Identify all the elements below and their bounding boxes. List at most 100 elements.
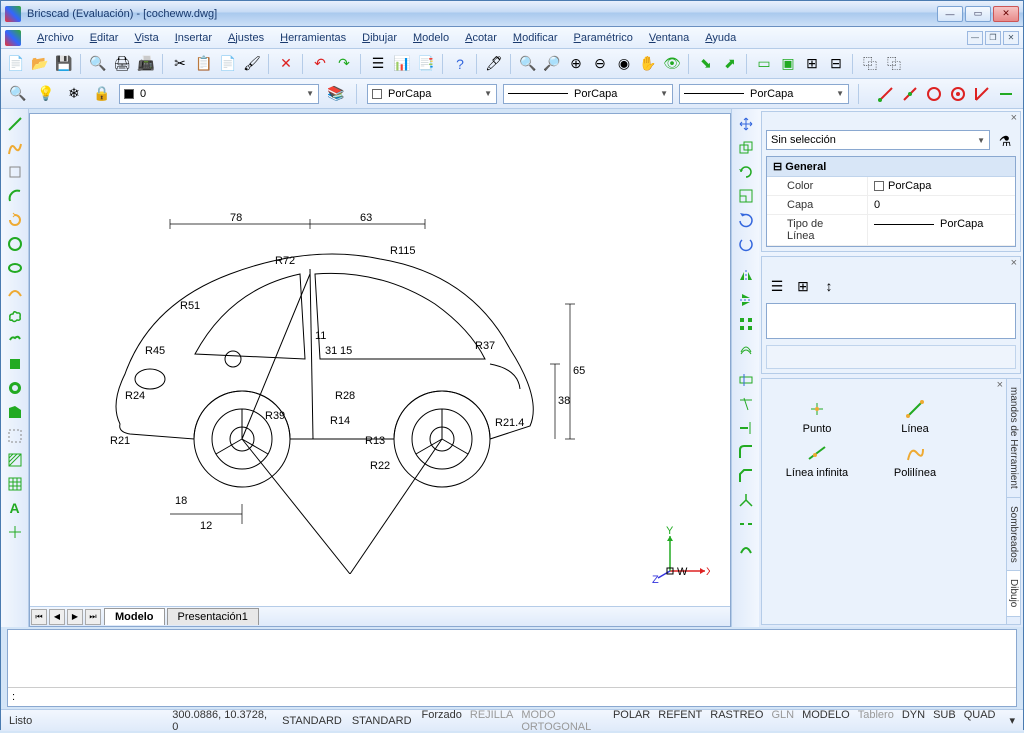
layer-list-icon[interactable]: ⊞ — [792, 275, 814, 297]
status-sub[interactable]: SUB — [933, 709, 956, 733]
table-tool-icon[interactable] — [4, 473, 26, 495]
delete-icon[interactable]: ✕ — [275, 53, 297, 75]
layer-bulb-icon[interactable]: 💡 — [35, 83, 57, 105]
linetype-combo[interactable]: PorCapa ▼ — [503, 84, 673, 104]
tab-next-button[interactable]: ▶ — [67, 609, 83, 625]
snap-center-icon[interactable] — [923, 83, 945, 105]
view-icon[interactable]: 👁 — [661, 53, 683, 75]
maximize-button[interactable]: ▭ — [965, 6, 991, 22]
circle-tool-icon[interactable] — [4, 233, 26, 255]
donut-tool-icon[interactable] — [4, 377, 26, 399]
snap-mid-icon[interactable] — [899, 83, 921, 105]
status-modelo[interactable]: MODELO — [802, 709, 850, 733]
drawing-canvas[interactable]: 78 63 R115 R72 R51 R45 R24 R21 R39 R28 R… — [30, 114, 730, 606]
snap-tan-icon[interactable] — [995, 83, 1017, 105]
mirror-h-icon[interactable] — [735, 265, 757, 287]
command-input[interactable] — [19, 691, 1012, 703]
brush-icon[interactable]: 🖊 — [483, 53, 505, 75]
tab-last-button[interactable]: ⏭ — [85, 609, 101, 625]
extend-icon[interactable] — [735, 417, 757, 439]
tool-punto[interactable]: Punto — [772, 399, 862, 435]
save-icon[interactable]: 💾 — [53, 53, 75, 75]
trim-icon[interactable] — [735, 393, 757, 415]
ucs-icon[interactable]: ⬊ — [695, 53, 717, 75]
close-button[interactable]: ✕ — [993, 6, 1019, 22]
copy-icon[interactable] — [735, 137, 757, 159]
tile-h-icon[interactable]: ⿻ — [859, 53, 881, 75]
filter-icon[interactable]: ⚗ — [994, 130, 1016, 152]
offset-icon[interactable] — [735, 337, 757, 359]
arc-tool-icon[interactable] — [4, 185, 26, 207]
undo-icon[interactable]: ↶ — [309, 53, 331, 75]
wipeout-tool-icon[interactable] — [4, 353, 26, 375]
status-quad[interactable]: QUAD — [964, 709, 996, 733]
panel-close-icon-2[interactable]: × — [1011, 257, 1017, 271]
drawing-explorer-icon[interactable]: 📑 — [415, 53, 437, 75]
menu-herramientas[interactable]: Herramientas — [272, 30, 354, 46]
menu-archivo[interactable]: Archivo — [29, 30, 82, 46]
mdi-close-button[interactable]: ✕ — [1003, 31, 1019, 45]
status-modo-ortogonal[interactable]: MODO ORTOGONAL — [521, 709, 605, 733]
layout1-icon[interactable]: ▭ — [753, 53, 775, 75]
paste-icon[interactable]: 📄 — [217, 53, 239, 75]
layer-sort-icon[interactable]: ↕ — [818, 275, 840, 297]
boundary-tool-icon[interactable] — [4, 425, 26, 447]
menu-ayuda[interactable]: Ayuda — [697, 30, 744, 46]
tab-first-button[interactable]: ⏮ — [31, 609, 47, 625]
tool-polilínea[interactable]: Polilínea — [870, 443, 960, 479]
print-preview-icon[interactable]: 🔍 — [87, 53, 109, 75]
layout3-icon[interactable]: ⊞ — [801, 53, 823, 75]
status-rastreo[interactable]: RASTREO — [710, 709, 763, 733]
copy-icon[interactable]: 📋 — [193, 53, 215, 75]
point-tool-icon[interactable] — [4, 521, 26, 543]
spline-tool-icon[interactable] — [4, 281, 26, 303]
ucs2-icon[interactable]: ⬈ — [719, 53, 741, 75]
mirror-v-icon[interactable] — [735, 289, 757, 311]
plot-icon[interactable]: 📠 — [135, 53, 157, 75]
region-tool-icon[interactable] — [4, 401, 26, 423]
snap-perp-icon[interactable] — [971, 83, 993, 105]
menu-dibujar[interactable]: Dibujar — [354, 30, 405, 46]
join-icon[interactable] — [735, 537, 757, 559]
mdi-minimize-button[interactable]: — — [967, 31, 983, 45]
refresh-icon[interactable] — [735, 209, 757, 231]
zoom-extents-icon[interactable]: ⊕ — [565, 53, 587, 75]
status-polar[interactable]: POLAR — [613, 709, 650, 733]
revcloud-tool-icon[interactable] — [4, 305, 26, 327]
box-tool-icon[interactable] — [4, 161, 26, 183]
tool-línea-infinita[interactable]: Línea infinita — [772, 443, 862, 479]
tab-prev-button[interactable]: ◀ — [49, 609, 65, 625]
menu-editar[interactable]: Editar — [82, 30, 127, 46]
panel-close-icon[interactable]: × — [1011, 112, 1017, 126]
menu-vista[interactable]: Vista — [126, 30, 166, 46]
array-icon[interactable] — [735, 313, 757, 335]
zoom-window-icon[interactable]: ⊖ — [589, 53, 611, 75]
ellipse-tool-icon[interactable] — [4, 257, 26, 279]
prop-value[interactable]: 0 — [867, 196, 1015, 214]
snap-end-icon[interactable] — [875, 83, 897, 105]
menu-modificar[interactable]: Modificar — [505, 30, 566, 46]
status-dyn[interactable]: DYN — [902, 709, 925, 733]
status-std2[interactable]: STANDARD — [352, 715, 412, 727]
text-tool-icon[interactable]: A — [4, 497, 26, 519]
properties-icon[interactable]: ☰ — [367, 53, 389, 75]
break-icon[interactable] — [735, 513, 757, 535]
move-icon[interactable] — [735, 113, 757, 135]
layer-states-icon[interactable]: ☰ — [766, 275, 788, 297]
regen-icon[interactable] — [735, 233, 757, 255]
status-gln[interactable]: GLN — [771, 709, 794, 733]
stretch-icon[interactable] — [735, 369, 757, 391]
menu-insertar[interactable]: Insertar — [167, 30, 220, 46]
sidetab-0[interactable]: mandos de Herramient — [1007, 379, 1020, 498]
tool-línea[interactable]: Línea — [870, 399, 960, 435]
tab-presentacion1[interactable]: Presentación1 — [167, 608, 259, 625]
open-icon[interactable]: 📂 — [29, 53, 51, 75]
rotate-icon[interactable] — [735, 161, 757, 183]
cut-icon[interactable]: ✂ — [169, 53, 191, 75]
tile-v-icon[interactable]: ⿻ — [883, 53, 905, 75]
status-tablero[interactable]: Tablero — [858, 709, 894, 733]
layer-combo[interactable]: 0 ▼ — [119, 84, 319, 104]
rotate-tool-icon[interactable] — [4, 209, 26, 231]
lineweight-combo[interactable]: PorCapa ▼ — [679, 84, 849, 104]
new-icon[interactable]: 📄 — [5, 53, 27, 75]
